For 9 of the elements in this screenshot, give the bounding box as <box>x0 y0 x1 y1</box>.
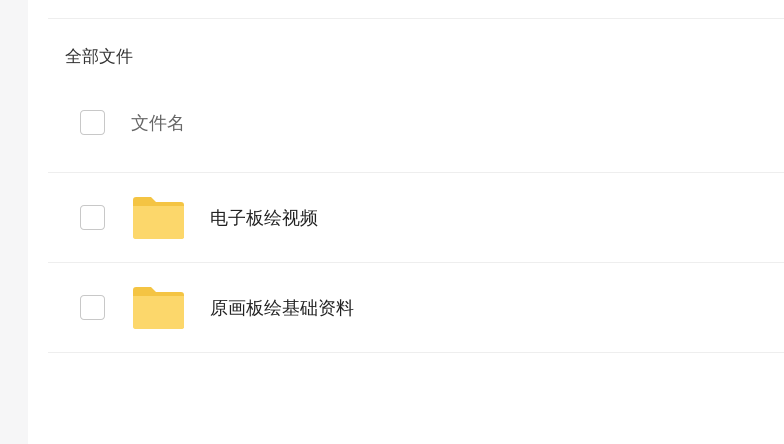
folder-name[interactable]: 原画板绘基础资料 <box>210 296 354 320</box>
folder-icon <box>131 286 185 330</box>
folder-name[interactable]: 电子板绘视频 <box>210 206 318 230</box>
column-header: 文件名 <box>131 112 185 134</box>
checkbox[interactable] <box>80 110 105 135</box>
checkbox[interactable] <box>80 295 105 320</box>
folder-icon <box>131 196 185 240</box>
breadcrumb[interactable]: 全部文件 <box>65 47 133 67</box>
checkbox[interactable] <box>80 205 105 230</box>
